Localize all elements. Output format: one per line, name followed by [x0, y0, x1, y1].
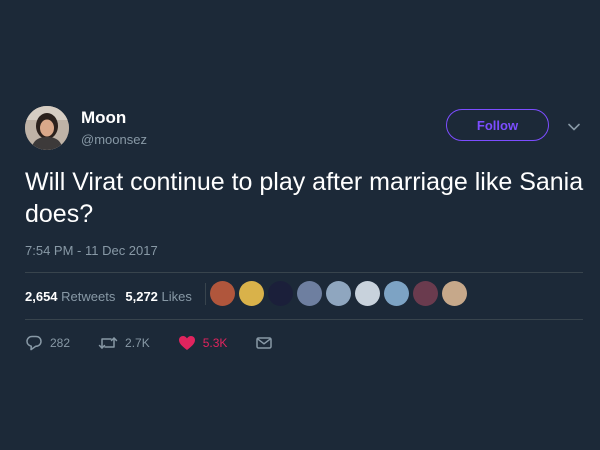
reply-count: 282	[50, 336, 71, 350]
liker-avatar[interactable]	[297, 281, 322, 306]
reply-icon	[26, 335, 42, 351]
retweet-button[interactable]: 2.7K	[98, 334, 150, 352]
like-count: 5.3K	[202, 336, 228, 350]
liker-avatar[interactable]	[413, 281, 438, 306]
divider	[25, 272, 583, 273]
retweet-stat[interactable]: 2,654 Retweets	[25, 289, 115, 304]
liker-avatar[interactable]	[384, 281, 409, 306]
retweets-label: Retweets	[61, 289, 116, 304]
likes-label: Likes	[161, 289, 192, 304]
divider	[205, 283, 206, 305]
engagement-stats: 2,654 Retweets 5,272 Likes	[25, 289, 192, 304]
like-button[interactable]: 5.3K	[178, 334, 228, 352]
author-name[interactable]: Moon	[81, 108, 126, 128]
likes-count: 5,272	[125, 289, 158, 304]
retweets-count: 2,654	[25, 289, 58, 304]
retweet-count: 2.7K	[125, 336, 150, 350]
tweet-text: Will Virat continue to play after marria…	[25, 168, 584, 228]
tweet-timestamp[interactable]: 7:54 PM - 11 Dec 2017	[25, 243, 158, 258]
heart-icon	[178, 336, 195, 350]
liker-avatar[interactable]	[210, 281, 235, 306]
author-avatar[interactable]	[25, 106, 69, 150]
reply-button[interactable]: 282	[25, 334, 70, 352]
like-stat[interactable]: 5,272 Likes	[125, 289, 192, 304]
liker-avatar[interactable]	[326, 281, 351, 306]
author-handle[interactable]: @moonsez	[81, 132, 147, 147]
chevron-down-icon[interactable]	[566, 119, 582, 135]
liker-avatar[interactable]	[442, 281, 467, 306]
direct-message-button[interactable]	[255, 334, 280, 352]
follow-button[interactable]: Follow	[446, 109, 549, 141]
direct-message-icon	[256, 337, 273, 349]
liker-avatar[interactable]	[355, 281, 380, 306]
likers-avatars	[210, 281, 471, 309]
liker-avatar[interactable]	[239, 281, 264, 306]
tweet-card: Moon @moonsez Follow Will Virat continue…	[0, 0, 600, 450]
liker-avatar[interactable]	[268, 281, 293, 306]
retweet-icon	[98, 337, 118, 349]
tweet-actions: 282 2.7K 5.3K	[25, 334, 308, 352]
divider	[25, 319, 583, 320]
